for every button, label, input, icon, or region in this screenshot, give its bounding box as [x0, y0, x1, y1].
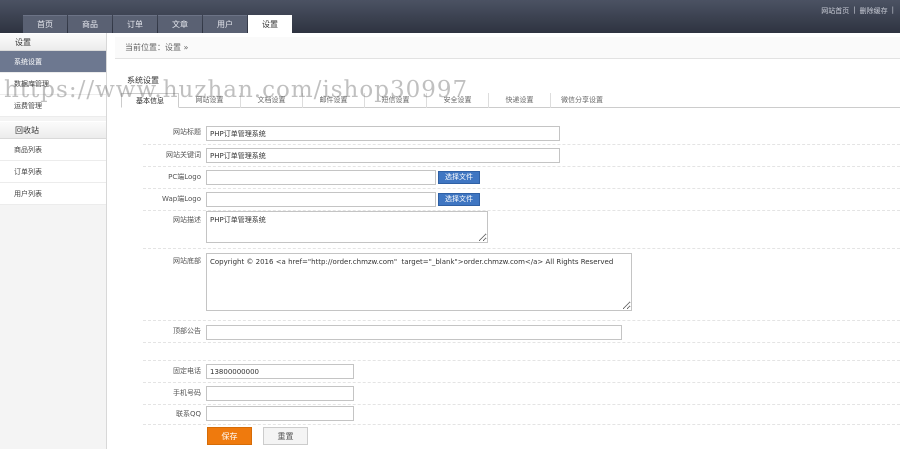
form-row-site-keywords: 网站关键词 — [143, 145, 900, 167]
form-row-mobile: 手机号码 — [143, 383, 900, 405]
mobile-label: 手机号码 — [173, 389, 201, 397]
nav-tab-articles[interactable]: 文章 — [158, 15, 202, 33]
pc-logo-choose-file-button[interactable]: 选择文件 — [438, 171, 480, 184]
phone-label: 固定电话 — [173, 367, 201, 375]
top-link-separator: | — [853, 6, 856, 14]
nav-tab-products[interactable]: 商品 — [68, 15, 112, 33]
form-row-site-footer: 网站底部 Copyright © 2016 <a href="http://or… — [143, 249, 900, 321]
site-description-textarea[interactable]: PHP订单管理系统 — [206, 211, 488, 243]
sidebar-item-database[interactable]: 数据库管理 — [0, 73, 106, 95]
pc-logo-label: PC端Logo — [168, 173, 201, 181]
section-title: 系统设置 — [127, 76, 159, 85]
subtab-site-settings[interactable]: 网站设置 — [179, 93, 241, 108]
site-description-label: 网站描述 — [173, 216, 201, 224]
subtab-wechat-share-settings[interactable]: 微信分享设置 — [551, 93, 613, 108]
subtab-sms-settings[interactable]: 短信设置 — [365, 93, 427, 108]
sidebar-item-shipping[interactable]: 运费管理 — [0, 95, 106, 117]
site-title-input[interactable] — [206, 126, 560, 141]
form-row-pc-logo: PC端Logo 选择文件 — [143, 167, 900, 189]
subtab-security-settings[interactable]: 安全设置 — [427, 93, 489, 108]
site-footer-label: 网站底部 — [173, 257, 201, 265]
site-keywords-input[interactable] — [206, 148, 560, 163]
nav-tab-users[interactable]: 用户 — [203, 15, 247, 33]
pc-logo-input[interactable] — [206, 170, 436, 185]
sidebar-item-order-list[interactable]: 订单列表 — [0, 161, 106, 183]
nav-tab-home[interactable]: 首页 — [23, 15, 67, 33]
subtab-basic-info[interactable]: 基本信息 — [121, 93, 179, 108]
subtab-express-settings[interactable]: 快递设置 — [489, 93, 551, 108]
wap-logo-label: Wap端Logo — [162, 195, 201, 203]
clear-cache-link[interactable]: 删除缓存 — [860, 6, 888, 16]
form-row-top-notice: 顶部公告 — [143, 321, 900, 343]
qq-input[interactable] — [206, 406, 354, 421]
nav-tab-settings[interactable]: 设置 — [248, 15, 292, 33]
sidebar-item-user-list[interactable]: 用户列表 — [0, 183, 106, 205]
main-content: 当前位置：设置 » 系统设置 基本信息 网站设置 文档设置 邮件设置 短信设置 … — [115, 33, 900, 449]
mobile-input[interactable] — [206, 386, 354, 401]
sidebar: 设置 系统设置 数据库管理 运费管理 回收站 商品列表 订单列表 用户列表 — [0, 33, 107, 449]
save-button[interactable]: 保存 — [207, 427, 252, 445]
wap-logo-input[interactable] — [206, 192, 436, 207]
top-link-separator: | — [891, 6, 894, 14]
form-row-phone: 固定电话 — [143, 361, 900, 383]
form-spacer — [143, 343, 900, 361]
sidebar-item-system-settings[interactable]: 系统设置 — [0, 51, 106, 73]
wap-logo-choose-file-button[interactable]: 选择文件 — [438, 193, 480, 206]
settings-sub-tabs: 基本信息 网站设置 文档设置 邮件设置 短信设置 安全设置 快递设置 微信分享设… — [121, 93, 900, 108]
top-notice-input[interactable] — [206, 325, 622, 340]
nav-tab-orders[interactable]: 订单 — [113, 15, 157, 33]
phone-input[interactable] — [206, 364, 354, 379]
site-home-link[interactable]: 网站首页 — [821, 6, 849, 16]
breadcrumb: 当前位置：设置 » — [115, 37, 900, 59]
sidebar-group-recycle: 回收站 — [0, 121, 106, 139]
subtab-document-settings[interactable]: 文档设置 — [241, 93, 303, 108]
top-notice-label: 顶部公告 — [173, 327, 201, 335]
sidebar-item-product-list[interactable]: 商品列表 — [0, 139, 106, 161]
site-title-label: 网站标题 — [173, 128, 201, 136]
subtab-email-settings[interactable]: 邮件设置 — [303, 93, 365, 108]
main-nav: 首页 商品 订单 文章 用户 设置 — [23, 15, 293, 33]
top-navigation-bar: 首页 商品 订单 文章 用户 设置 网站首页 | 删除缓存 | — [0, 0, 900, 33]
site-footer-textarea[interactable]: Copyright © 2016 <a href="http://order.c… — [206, 253, 632, 311]
qq-label: 联系QQ — [175, 410, 201, 418]
form-row-wap-logo: Wap端Logo 选择文件 — [143, 189, 900, 211]
reset-button[interactable]: 重置 — [263, 427, 308, 445]
top-links: 网站首页 | 删除缓存 | — [821, 6, 894, 16]
form-row-site-description: 网站描述 PHP订单管理系统 — [143, 211, 900, 249]
site-keywords-label: 网站关键词 — [166, 151, 201, 159]
form-row-qq: 联系QQ — [143, 405, 900, 425]
sidebar-group-settings: 设置 — [0, 33, 106, 51]
form-row-site-title: 网站标题 — [143, 123, 900, 145]
